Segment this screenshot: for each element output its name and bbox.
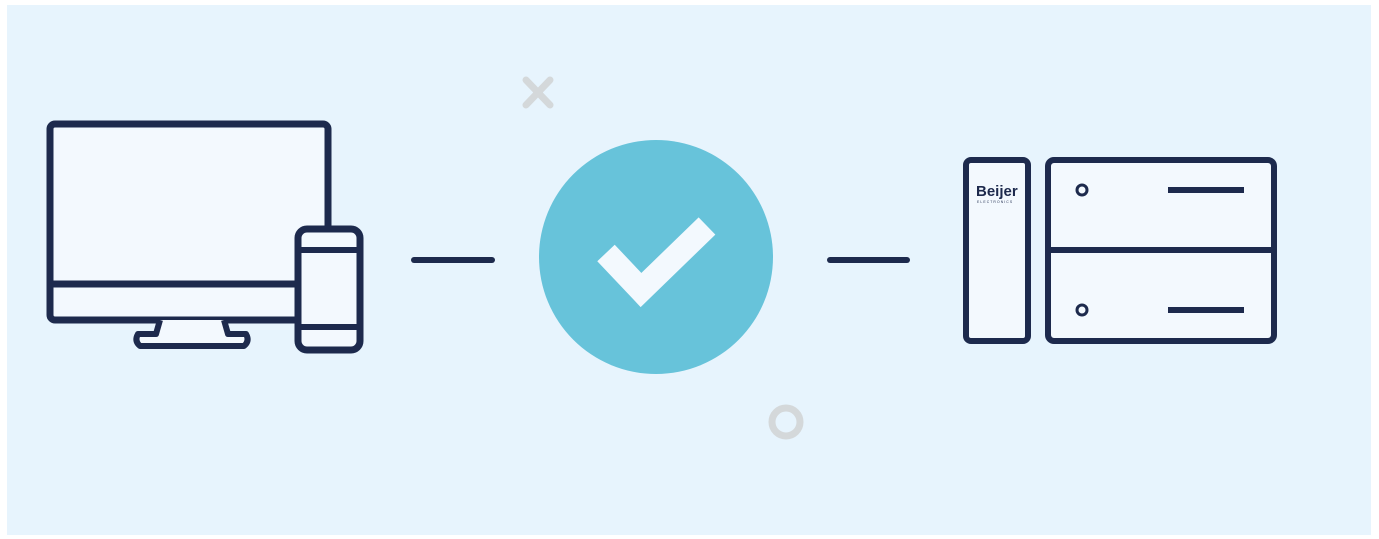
connection-diagram: Beijer ELECTRONICS [46, 76, 1277, 440]
checkmark-icon [539, 140, 773, 374]
cross-icon [522, 76, 554, 109]
monitor-icon [46, 120, 332, 349]
server-rack-icon [1045, 157, 1277, 344]
controller-module-icon: Beijer ELECTRONICS [963, 157, 1031, 344]
smartphone-icon [294, 225, 364, 354]
svg-text:Beijer: Beijer [976, 183, 1018, 200]
brand-logo: Beijer ELECTRONICS [976, 183, 1018, 204]
svg-text:ELECTRONICS: ELECTRONICS [977, 200, 1013, 204]
ring-icon [768, 404, 804, 440]
